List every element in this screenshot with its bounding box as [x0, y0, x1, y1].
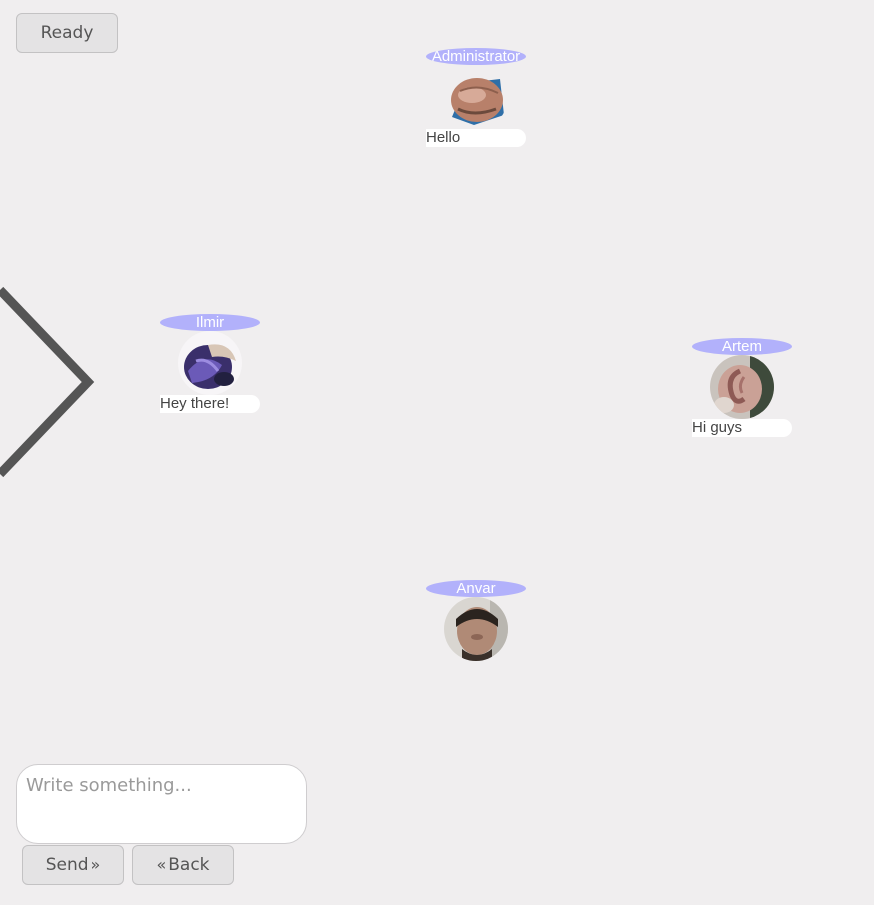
abstract-purple-avatar — [178, 331, 242, 395]
participant-anvar: Anvar — [426, 580, 526, 661]
chevron-right-icon[interactable] — [0, 285, 96, 481]
participant-ilmir: Ilmir Hey there! — [160, 314, 260, 413]
participant-administrator: Administrator Hello — [426, 48, 526, 147]
participant-name: Ilmir — [160, 314, 260, 331]
ready-button[interactable]: Ready — [16, 13, 118, 53]
participant-name: Administrator — [426, 48, 526, 65]
ready-label: Ready — [40, 23, 94, 43]
double-chevron-left-icon: « — [156, 855, 167, 874]
send-label: Send — [45, 855, 89, 875]
back-label: Back — [168, 855, 210, 875]
double-chevron-right-icon: » — [90, 855, 101, 874]
face-photo-avatar — [444, 65, 508, 129]
ear-photo-avatar — [710, 355, 774, 419]
participant-name: Artem — [692, 338, 792, 355]
back-button[interactable]: « Back — [132, 845, 234, 885]
send-button[interactable]: Send » — [22, 845, 124, 885]
participant-name: Anvar — [426, 580, 526, 597]
message-bubble: Hi guys — [692, 419, 792, 437]
participant-artem: Artem Hi guys — [692, 338, 792, 437]
message-bubble: Hello — [426, 129, 526, 147]
message-input[interactable] — [16, 764, 307, 844]
message-bubble: Hey there! — [160, 395, 260, 413]
face-photo-avatar — [444, 597, 508, 661]
